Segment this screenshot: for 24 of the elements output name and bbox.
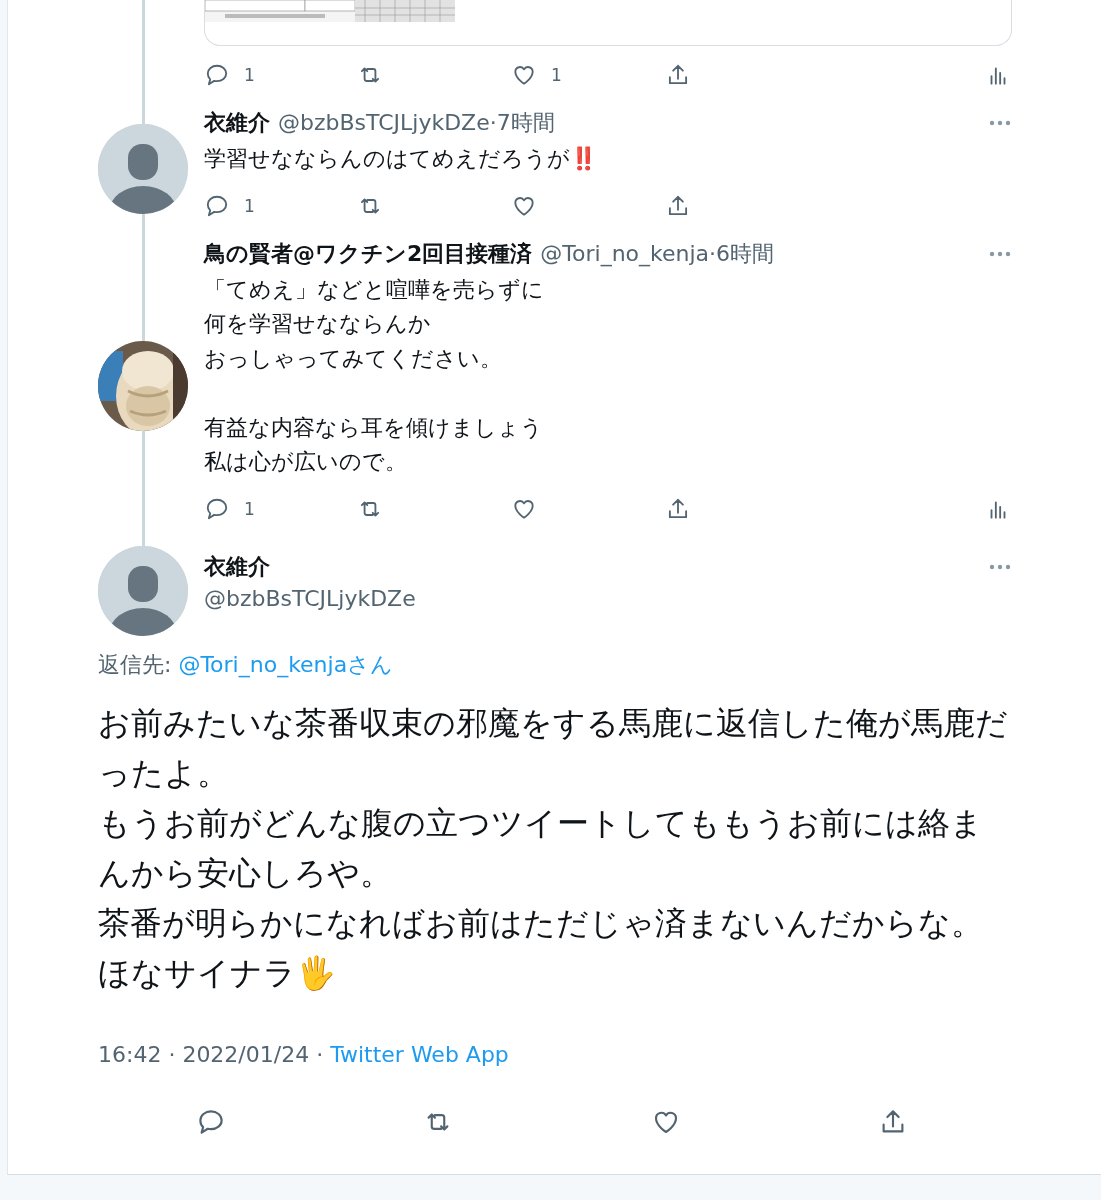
- like-button[interactable]: 1: [511, 62, 665, 88]
- reply-count: 1: [244, 65, 255, 85]
- more-icon[interactable]: [989, 120, 1011, 126]
- author-name: 鳥の賢者@ワクチン2回目接種済: [204, 239, 533, 268]
- like-count: 1: [551, 65, 562, 85]
- tweet-text: お前みたいな茶番収束の邪魔をする馬鹿に返信した俺が馬鹿だったよ。 もうお前がどんな腹の立つツイートしてももうお前には絡まんから安心しろや。 茶番が明らかになればお前はただじゃ済まないんだからな。 ほなサイナラ🖐: [98, 702, 1009, 994]
- tweet-text: 学習せなならんのはてめえだろうが‼: [204, 145, 598, 173]
- tweet-handle-time: @bzbBsTCJLjykDZe·7時間: [278, 109, 555, 137]
- reply-button[interactable]: 1: [204, 62, 357, 88]
- reply-button[interactable]: 1: [204, 495, 357, 522]
- reply-button[interactable]: 1: [204, 192, 357, 219]
- author-name: 衣維介: [204, 109, 270, 137]
- author-handle: @bzbBsTCJLjykDZe: [204, 585, 416, 611]
- timestamp-text: 16:42 · 2022/01/24 · Twitter Web App: [98, 1041, 510, 1067]
- reply-icon: [204, 62, 230, 88]
- tweet-text: 有益な内容なら耳を傾けましょう 私は心が広いので。: [204, 413, 544, 476]
- more-icon[interactable]: [989, 563, 1011, 570]
- more-icon[interactable]: [989, 250, 1011, 257]
- author-name: 衣維介: [204, 552, 270, 581]
- reply-count: 1: [244, 195, 255, 216]
- reply-count: 1: [244, 498, 255, 519]
- reply-to-text: 返信先: @Tori_no_kenjaさん: [98, 650, 395, 680]
- tweet-text: 「てめえ」などと喧嘩を売らずに 何を学習せなならんか おっしゃってみてください。: [204, 275, 545, 373]
- tweet-handle-time: @Tori_no_kenja·6時間: [540, 239, 775, 269]
